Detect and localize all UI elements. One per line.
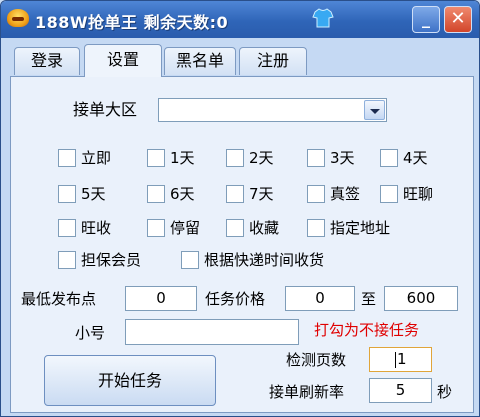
checkbox-label: 4天 <box>403 149 428 167</box>
price-to-label: 至 <box>361 290 377 308</box>
refresh-unit-label: 秒 <box>437 383 453 401</box>
checkbox-label: 担保会员 <box>81 251 142 269</box>
checkbox-wang-receive[interactable] <box>58 219 76 237</box>
checkbox-label: 收藏 <box>249 219 280 237</box>
tab-register[interactable]: 注册 <box>239 47 307 75</box>
checkbox-6day[interactable] <box>147 185 165 203</box>
main-window: 188W抢单王 剩余天数:0 _ ✕ 登录 设置 黑名单 注册 接单大区 立即 … <box>0 0 480 417</box>
pages-value: 1 <box>397 350 407 368</box>
checkbox-address[interactable] <box>307 219 325 237</box>
checkbox-real-sign[interactable] <box>307 185 325 203</box>
checkbox-7day[interactable] <box>226 185 244 203</box>
checkbox-label: 6天 <box>170 185 195 203</box>
title-bar[interactable]: 188W抢单王 剩余天数:0 _ ✕ <box>1 1 479 38</box>
checkbox-1day[interactable] <box>147 149 165 167</box>
checkbox-label: 停留 <box>170 219 201 237</box>
checkbox-label: 7天 <box>249 185 274 203</box>
tab-settings[interactable]: 设置 <box>84 44 162 77</box>
checkbox-label: 5天 <box>81 185 106 203</box>
minimize-button[interactable]: _ <box>412 6 440 33</box>
checkbox-immediate[interactable] <box>58 149 76 167</box>
pages-field[interactable]: 1 <box>369 347 432 372</box>
checkbox-label: 1天 <box>170 149 195 167</box>
checkbox-label: 立即 <box>81 149 112 167</box>
account-field[interactable] <box>125 319 299 345</box>
shirt-icon[interactable] <box>312 7 334 29</box>
checkbox-label: 3天 <box>330 149 355 167</box>
text-caret <box>395 351 396 368</box>
checkbox-label: 真签 <box>330 185 361 203</box>
price-label: 任务价格 <box>205 290 266 308</box>
checkbox-guarantee[interactable] <box>58 251 76 269</box>
checkbox-express-time[interactable] <box>181 251 199 269</box>
checkbox-stay[interactable] <box>147 219 165 237</box>
refresh-label: 接单刷新率 <box>269 383 345 401</box>
tab-blacklist[interactable]: 黑名单 <box>164 47 236 75</box>
refresh-field[interactable]: 5 <box>369 378 432 403</box>
checkbox-label: 旺聊 <box>403 185 434 203</box>
min-points-label: 最低发布点 <box>21 290 97 308</box>
checkbox-wang-chat[interactable] <box>380 185 398 203</box>
checkbox-favorite[interactable] <box>226 219 244 237</box>
checkbox-5day[interactable] <box>58 185 76 203</box>
close-button[interactable]: ✕ <box>444 6 472 33</box>
region-select[interactable] <box>158 98 387 122</box>
checkbox-3day[interactable] <box>307 149 325 167</box>
checkbox-label: 根据快递时间收货 <box>204 251 325 269</box>
hint-text: 打勾为不接任务 <box>314 321 420 339</box>
checkbox-4day[interactable] <box>380 149 398 167</box>
checkbox-label: 指定地址 <box>330 219 391 237</box>
chevron-down-icon[interactable] <box>364 100 385 120</box>
region-label: 接单大区 <box>73 100 138 119</box>
min-points-field[interactable]: 0 <box>125 286 197 311</box>
checkbox-label: 旺收 <box>81 219 112 237</box>
price-max-field[interactable]: 600 <box>384 286 458 311</box>
price-min-field[interactable]: 0 <box>285 286 355 311</box>
pages-label: 检测页数 <box>286 351 347 369</box>
window-title: 188W抢单王 剩余天数:0 <box>35 13 229 32</box>
account-label: 小号 <box>75 324 106 342</box>
app-logo-icon <box>7 9 29 27</box>
start-task-button[interactable]: 开始任务 <box>44 355 216 406</box>
checkbox-label: 2天 <box>249 149 274 167</box>
tab-login[interactable]: 登录 <box>14 47 80 75</box>
checkbox-2day[interactable] <box>226 149 244 167</box>
